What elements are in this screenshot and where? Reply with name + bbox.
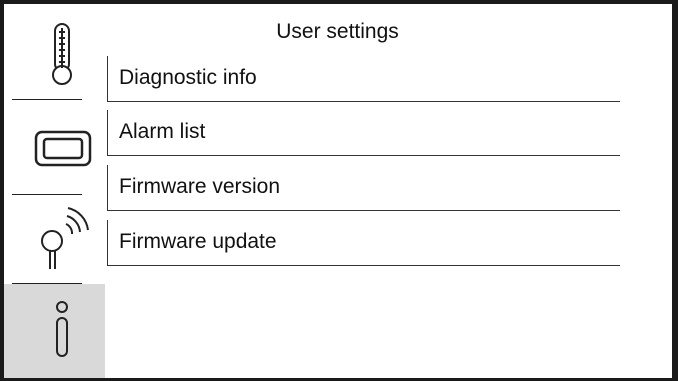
settings-screen: User settings Diagnostic info Alarm list… bbox=[0, 0, 678, 381]
tab-temperature[interactable] bbox=[4, 4, 105, 98]
page-title: User settings bbox=[276, 20, 399, 43]
menu-item-label: Alarm list bbox=[119, 120, 206, 143]
menu-item-label: Diagnostic info bbox=[119, 66, 257, 89]
tab-display[interactable] bbox=[4, 100, 105, 193]
display-icon bbox=[34, 130, 92, 167]
frame-border-right bbox=[672, 0, 678, 381]
info-icon bbox=[56, 301, 68, 357]
thermometer-icon bbox=[52, 23, 72, 85]
frame-border-top bbox=[0, 0, 678, 4]
frame-border-left bbox=[0, 0, 4, 381]
menu-item-label: Firmware version bbox=[119, 175, 281, 198]
tab-wireless-sensor[interactable] bbox=[4, 195, 105, 283]
menu-item-firmware-update[interactable]: Firmware update bbox=[107, 220, 620, 266]
menu-item-diagnostic-info[interactable]: Diagnostic info bbox=[107, 56, 620, 102]
wireless-sensor-icon bbox=[41, 207, 89, 269]
tab-info[interactable] bbox=[4, 284, 105, 378]
menu-item-firmware-version[interactable]: Firmware version bbox=[107, 165, 620, 211]
menu-item-alarm-list[interactable]: Alarm list bbox=[107, 110, 620, 156]
menu-item-label: Firmware update bbox=[119, 230, 277, 253]
